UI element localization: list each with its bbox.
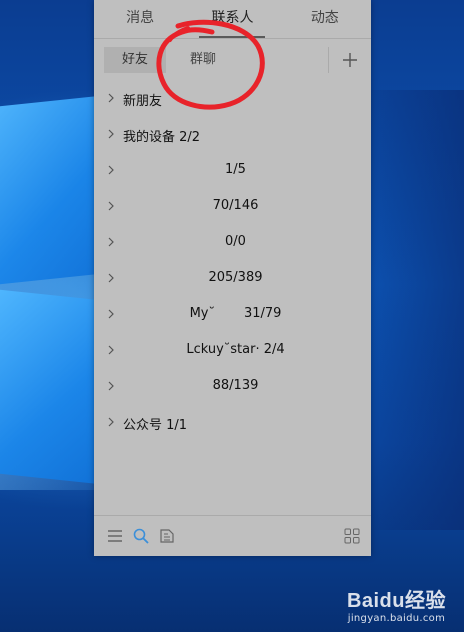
list-item-count: 70/146	[212, 198, 259, 213]
list-item-count: 1/1	[166, 418, 188, 433]
chevron-right-icon	[108, 93, 114, 103]
list-item-label: My˘ 31/79	[100, 306, 371, 321]
list-item-group[interactable]: My˘ 31/79	[94, 297, 371, 333]
contact-subtabs: 好友 群聊	[94, 39, 371, 81]
baidu-watermark: Baidu经验 jingyan.baidu.com	[347, 584, 446, 624]
chevron-right-icon	[108, 417, 114, 427]
list-item-official-accounts[interactable]: 公众号 1/1	[94, 405, 371, 441]
list-item-new-friends[interactable]: 新朋友	[94, 81, 371, 117]
search-icon[interactable]	[132, 527, 150, 545]
list-item-group[interactable]: 88/139	[94, 369, 371, 405]
menu-icon[interactable]	[106, 527, 124, 545]
watermark-url: jingyan.baidu.com	[347, 613, 446, 624]
list-item-name: My˘	[189, 306, 215, 321]
file-icon[interactable]	[158, 527, 176, 545]
list-item-count: 88/139	[212, 378, 259, 393]
apps-grid-icon[interactable]	[343, 527, 361, 545]
list-item-group[interactable]: 70/146	[94, 189, 371, 225]
tab-messages[interactable]: 消息	[94, 0, 186, 38]
watermark-brand: Baidu经验	[346, 590, 446, 612]
subtab-groups[interactable]: 群聊	[172, 47, 234, 73]
bottom-toolbar	[94, 515, 371, 556]
list-item-name: 我的设备	[123, 130, 176, 145]
list-item-name: Lckuy˘star·	[186, 342, 260, 357]
list-item-count: 0/0	[225, 234, 246, 249]
list-item-label: 我的设备 2/2	[123, 126, 200, 145]
contacts-panel: 消息 联系人 动态 好友 群聊 新朋友 我的设备 2/2 1/5 70/146	[94, 0, 371, 556]
list-item-count: 205/389	[208, 270, 263, 285]
list-item-label: Lckuy˘star· 2/4	[100, 342, 371, 357]
list-item-group[interactable]: 0/0	[94, 225, 371, 261]
list-item-count: 1/5	[225, 162, 246, 177]
list-item-label: 公众号 1/1	[123, 414, 187, 433]
plus-icon	[343, 53, 357, 67]
list-item-my-devices[interactable]: 我的设备 2/2	[94, 117, 371, 153]
list-item-name: 公众号	[123, 418, 163, 433]
subtab-friends[interactable]: 好友	[104, 47, 167, 73]
list-item-count: 31/79	[243, 306, 282, 321]
add-button[interactable]	[328, 47, 371, 73]
contact-group-list: 新朋友 我的设备 2/2 1/5 70/146 0/0 205/389 My˘ …	[94, 81, 371, 441]
list-item-group[interactable]: Lckuy˘star· 2/4	[94, 333, 371, 369]
list-item-count: 2/4	[263, 342, 285, 357]
main-tabs: 消息 联系人 动态	[94, 0, 371, 39]
list-item-count: 2/2	[179, 130, 201, 145]
chevron-right-icon	[108, 129, 114, 139]
tab-contacts[interactable]: 联系人	[186, 0, 278, 38]
tab-moments[interactable]: 动态	[279, 0, 371, 38]
list-item-label: 新朋友	[123, 94, 163, 109]
list-item-group[interactable]: 1/5	[94, 153, 371, 189]
list-item-group[interactable]: 205/389	[94, 261, 371, 297]
